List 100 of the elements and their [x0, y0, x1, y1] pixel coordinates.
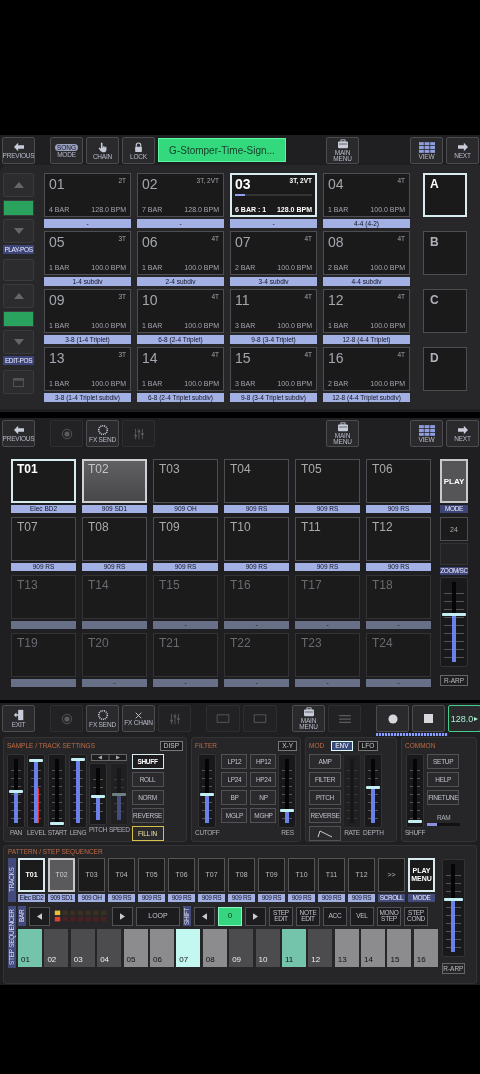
track-pad[interactable]: T10 — [224, 517, 289, 561]
pattern-number: 10 — [142, 293, 158, 308]
fader[interactable] — [7, 754, 25, 828]
fader[interactable] — [364, 754, 383, 828]
track-pad[interactable]: T08 — [82, 517, 147, 561]
fader-handle[interactable] — [280, 808, 295, 812]
track-pad[interactable]: T05 — [295, 459, 360, 503]
fader-handle[interactable] — [443, 897, 463, 901]
fader[interactable] — [441, 859, 465, 957]
dotted-ring-icon — [96, 709, 109, 721]
briefcase-icon — [302, 707, 315, 717]
track-pad: T18 — [366, 575, 431, 619]
pattern-number: 13 — [49, 351, 65, 366]
track-pad[interactable]: T11 — [295, 517, 360, 561]
position-button[interactable] — [3, 311, 34, 327]
progress-strip — [376, 733, 448, 736]
down-button[interactable] — [3, 330, 34, 354]
stop-icon — [424, 714, 433, 723]
up-button[interactable] — [3, 284, 34, 308]
position-button[interactable] — [3, 200, 34, 216]
left-triangle-icon — [37, 912, 42, 920]
track-pad[interactable]: T04 — [224, 459, 289, 503]
step-button[interactable]: 07 — [176, 929, 201, 967]
circle-icon — [60, 712, 73, 725]
fader[interactable] — [88, 763, 107, 825]
fader-handle[interactable] — [90, 795, 105, 799]
fader-handle[interactable] — [442, 612, 466, 616]
toolbar-button[interactable] — [376, 705, 409, 732]
briefcase-icon — [336, 422, 349, 432]
screen-icon — [216, 713, 230, 724]
step-button[interactable]: 16 — [413, 929, 438, 967]
step-button[interactable]: 06 — [149, 929, 174, 967]
step-button[interactable]: 09 — [229, 929, 254, 967]
bank-button[interactable]: C — [423, 289, 467, 333]
track-pad[interactable]: T12 — [366, 517, 431, 561]
next-button[interactable] — [112, 906, 133, 926]
bank-button[interactable]: A — [423, 173, 467, 217]
step-button[interactable]: 05 — [123, 929, 148, 967]
fader-handle[interactable] — [29, 759, 44, 763]
track-pad: T19 — [11, 633, 76, 677]
fader[interactable] — [278, 754, 297, 828]
step-button[interactable]: 14 — [361, 929, 386, 967]
play-button[interactable]: PLAY — [440, 459, 468, 503]
toolbar-button[interactable] — [412, 705, 445, 732]
fader[interactable] — [198, 754, 217, 828]
bank-button[interactable]: D — [423, 347, 467, 391]
step-button[interactable]: 03 — [70, 929, 95, 967]
step-button[interactable]: 11 — [281, 929, 306, 967]
track-pad: T16 — [224, 575, 289, 619]
fader-handle[interactable] — [70, 757, 85, 761]
window-icon — [13, 377, 24, 387]
up-button[interactable] — [3, 173, 34, 197]
step-button[interactable]: 12 — [308, 929, 333, 967]
track-pad[interactable]: T09 — [153, 517, 218, 561]
track-pad: T23 — [295, 633, 360, 677]
down-button[interactable] — [3, 219, 34, 243]
pattern-number: 14 — [142, 351, 158, 366]
pattern-number: 15 — [235, 351, 251, 366]
previous-button[interactable] — [29, 906, 50, 926]
fader-handle[interactable] — [408, 819, 423, 823]
pattern-name-button[interactable]: G-Stomper-Time-Sign... — [158, 138, 286, 162]
pattern-number: 11 — [235, 293, 250, 308]
fader[interactable] — [48, 754, 67, 828]
fader-handle[interactable] — [200, 792, 215, 796]
track-pad: T24 — [366, 633, 431, 677]
circle-icon — [60, 427, 73, 440]
step-button[interactable]: 08 — [202, 929, 227, 967]
fader[interactable] — [27, 754, 46, 828]
track-pad: T17 — [295, 575, 360, 619]
step-button[interactable]: 04 — [97, 929, 122, 967]
fader-handle[interactable] — [50, 821, 65, 825]
fader-handle[interactable] — [9, 789, 23, 793]
briefcase-icon — [336, 139, 349, 149]
track-pad: T15 — [153, 575, 218, 619]
shift-value-button[interactable]: 0 — [218, 906, 242, 926]
step-button[interactable]: 10 — [255, 929, 280, 967]
bank-button[interactable]: B — [423, 231, 467, 275]
track-pad[interactable]: T02 — [82, 459, 147, 503]
step-button[interactable]: 02 — [44, 929, 69, 967]
next-button[interactable] — [245, 906, 266, 926]
tempo-button[interactable]: 128.0 — [448, 705, 480, 732]
track-pad[interactable]: T06 — [366, 459, 431, 503]
fader[interactable] — [440, 577, 468, 667]
fader[interactable] — [406, 754, 425, 828]
track-pad[interactable]: T01 — [11, 459, 76, 503]
pattern-number: 06 — [142, 235, 158, 250]
grid-icon — [418, 424, 435, 436]
previous-button[interactable] — [194, 906, 215, 926]
list-icon — [337, 713, 352, 724]
step-button[interactable]: 01 — [18, 929, 42, 967]
cross-icon — [135, 711, 142, 719]
exit-icon — [12, 709, 25, 721]
fader-handle[interactable] — [366, 786, 381, 790]
fader[interactable] — [68, 754, 87, 828]
step-button[interactable]: 15 — [387, 929, 412, 967]
track-pad: T14 — [82, 575, 147, 619]
step-button[interactable]: 13 — [334, 929, 359, 967]
wave-button[interactable] — [309, 826, 341, 841]
track-pad[interactable]: T03 — [153, 459, 218, 503]
track-pad[interactable]: T07 — [11, 517, 76, 561]
